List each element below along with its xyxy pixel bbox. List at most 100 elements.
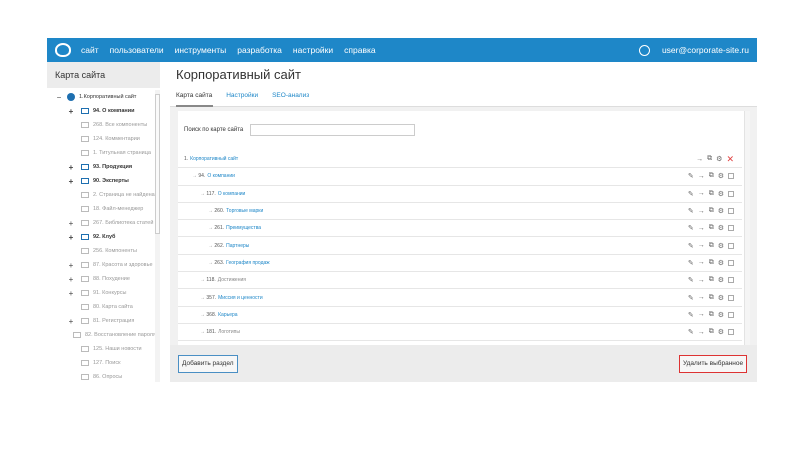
add-subfolder-icon[interactable]: ⧉ bbox=[707, 155, 712, 163]
gear-icon[interactable]: ⚙ bbox=[718, 207, 724, 215]
row-link[interactable]: География продаж bbox=[226, 260, 270, 266]
tree-item[interactable]: 18. Файл-менеджер bbox=[47, 202, 155, 216]
tree-item[interactable]: 1. Титульная страница bbox=[47, 146, 155, 160]
edit-icon[interactable]: ✎ bbox=[688, 328, 694, 336]
logo-icon[interactable] bbox=[55, 43, 71, 57]
tree-item[interactable]: 127. Поиск bbox=[47, 356, 155, 370]
row-link[interactable]: Партнеры bbox=[226, 243, 249, 249]
row-link[interactable]: О компании bbox=[207, 173, 235, 179]
move-icon[interactable]: → bbox=[698, 225, 705, 232]
select-checkbox[interactable] bbox=[728, 259, 734, 266]
gear-icon[interactable]: ⚙ bbox=[716, 155, 722, 163]
tree-item[interactable]: +93. Продукция bbox=[47, 160, 155, 174]
select-checkbox[interactable] bbox=[728, 173, 734, 180]
nav-0[interactable]: сайт bbox=[81, 45, 99, 55]
select-checkbox[interactable] bbox=[728, 190, 734, 197]
edit-icon[interactable]: ✎ bbox=[688, 259, 694, 267]
row-link[interactable]: Миссия и ценности bbox=[218, 295, 263, 301]
move-icon[interactable]: → bbox=[698, 329, 705, 336]
select-checkbox[interactable] bbox=[728, 242, 734, 249]
edit-icon[interactable]: ✎ bbox=[688, 190, 694, 198]
tree-item[interactable]: 2. Страница не найдена bbox=[47, 188, 155, 202]
tab-sitemap[interactable]: Карта сайта bbox=[176, 92, 212, 99]
add-subfolder-icon[interactable]: ⧉ bbox=[709, 328, 714, 336]
add-subfolder-icon[interactable]: ⧉ bbox=[709, 242, 714, 250]
tab-settings[interactable]: Настройки bbox=[226, 92, 258, 99]
gear-icon[interactable]: ⚙ bbox=[718, 276, 724, 284]
tree-item[interactable]: − 1.Корпоративный сайт bbox=[47, 90, 155, 104]
gear-icon[interactable]: ⚙ bbox=[718, 294, 724, 302]
edit-icon[interactable]: ✎ bbox=[688, 242, 694, 250]
tree-item[interactable]: 80. Карта сайта bbox=[47, 300, 155, 314]
gear-icon[interactable]: ⚙ bbox=[718, 328, 724, 336]
row-link[interactable]: Достижения bbox=[218, 277, 246, 283]
expand-icon[interactable]: + bbox=[67, 289, 75, 298]
edit-icon[interactable]: ✎ bbox=[688, 276, 694, 284]
tree-item[interactable]: +94. О компании bbox=[47, 104, 155, 118]
row-link[interactable]: Карьера bbox=[218, 312, 237, 318]
search-input[interactable] bbox=[250, 124, 416, 136]
collapse-icon[interactable]: − bbox=[55, 93, 63, 102]
nav-3[interactable]: разработка bbox=[237, 45, 282, 55]
chat-icon[interactable] bbox=[638, 44, 650, 56]
nav-1[interactable]: пользователи bbox=[110, 45, 164, 55]
expand-icon[interactable]: + bbox=[67, 233, 75, 242]
tree-item[interactable]: +91. Конкурсы bbox=[47, 286, 155, 300]
add-section-button[interactable]: Добавить раздел bbox=[178, 355, 238, 373]
move-icon[interactable]: → bbox=[698, 173, 705, 180]
expand-icon[interactable]: + bbox=[67, 275, 75, 284]
row-link[interactable]: Торговые марки bbox=[226, 208, 263, 214]
select-checkbox[interactable] bbox=[728, 294, 734, 301]
tree-item[interactable]: +87. Красота и здоровье bbox=[47, 258, 155, 272]
content-scrollbar[interactable] bbox=[744, 111, 750, 345]
nav-4[interactable]: настройки bbox=[293, 45, 333, 55]
move-icon[interactable]: → bbox=[698, 242, 705, 249]
edit-icon[interactable]: ✎ bbox=[688, 207, 694, 215]
row-link[interactable]: Логотипы bbox=[218, 329, 240, 335]
row-link[interactable]: Корпоративный сайт bbox=[190, 156, 238, 162]
add-subfolder-icon[interactable]: ⧉ bbox=[709, 207, 714, 215]
move-icon[interactable]: → bbox=[698, 277, 705, 284]
add-subfolder-icon[interactable]: ⧉ bbox=[709, 276, 714, 284]
expand-icon[interactable]: + bbox=[67, 261, 75, 270]
gear-icon[interactable]: ⚙ bbox=[718, 190, 724, 198]
move-icon[interactable]: → bbox=[698, 294, 705, 301]
nav-2[interactable]: инструменты bbox=[175, 45, 227, 55]
move-icon[interactable]: → bbox=[698, 259, 705, 266]
tree-item[interactable]: +88. Похудение bbox=[47, 272, 155, 286]
expand-icon[interactable]: + bbox=[67, 163, 75, 172]
delete-selected-button[interactable]: Удалить выбранное bbox=[679, 355, 748, 373]
edit-icon[interactable]: ✎ bbox=[688, 224, 694, 232]
nav-5[interactable]: справка bbox=[344, 45, 375, 55]
edit-icon[interactable]: ✎ bbox=[688, 311, 694, 319]
tree-item[interactable]: +92. Клуб bbox=[47, 230, 155, 244]
expand-icon[interactable]: + bbox=[67, 177, 75, 186]
add-subfolder-icon[interactable]: ⧉ bbox=[709, 172, 714, 180]
tree-item[interactable]: 256. Компоненты bbox=[47, 244, 155, 258]
gear-icon[interactable]: ⚙ bbox=[718, 259, 724, 267]
tab-seo[interactable]: SEO-анализ bbox=[272, 92, 309, 99]
user-link[interactable]: user@corporate-site.ru bbox=[662, 45, 749, 55]
edit-icon[interactable]: ✎ bbox=[688, 294, 694, 302]
tree-item[interactable]: 86. Опросы bbox=[47, 370, 155, 382]
move-icon[interactable]: → bbox=[698, 208, 705, 215]
expand-icon[interactable]: + bbox=[67, 317, 75, 326]
row-link[interactable]: Преимущества bbox=[226, 225, 261, 231]
tree-item[interactable]: +267. Библиотека статей bbox=[47, 216, 155, 230]
gear-icon[interactable]: ⚙ bbox=[718, 172, 724, 180]
add-subfolder-icon[interactable]: ⧉ bbox=[709, 224, 714, 232]
tree-item[interactable]: 268. Все компоненты bbox=[47, 118, 155, 132]
delete-icon[interactable]: ✕ bbox=[726, 154, 734, 165]
select-checkbox[interactable] bbox=[728, 329, 734, 336]
move-icon[interactable]: → bbox=[696, 156, 703, 163]
move-icon[interactable]: → bbox=[698, 311, 705, 318]
sidebar-scrollbar[interactable] bbox=[155, 90, 160, 382]
tree-item[interactable]: 125. Наши новости bbox=[47, 342, 155, 356]
gear-icon[interactable]: ⚙ bbox=[718, 242, 724, 250]
gear-icon[interactable]: ⚙ bbox=[718, 224, 724, 232]
tree-item[interactable]: 82. Восстановление пароля bbox=[47, 328, 155, 342]
select-checkbox[interactable] bbox=[728, 208, 734, 215]
select-checkbox[interactable] bbox=[728, 225, 734, 232]
tree-item[interactable]: +90. Эксперты bbox=[47, 174, 155, 188]
edit-icon[interactable]: ✎ bbox=[688, 172, 694, 180]
